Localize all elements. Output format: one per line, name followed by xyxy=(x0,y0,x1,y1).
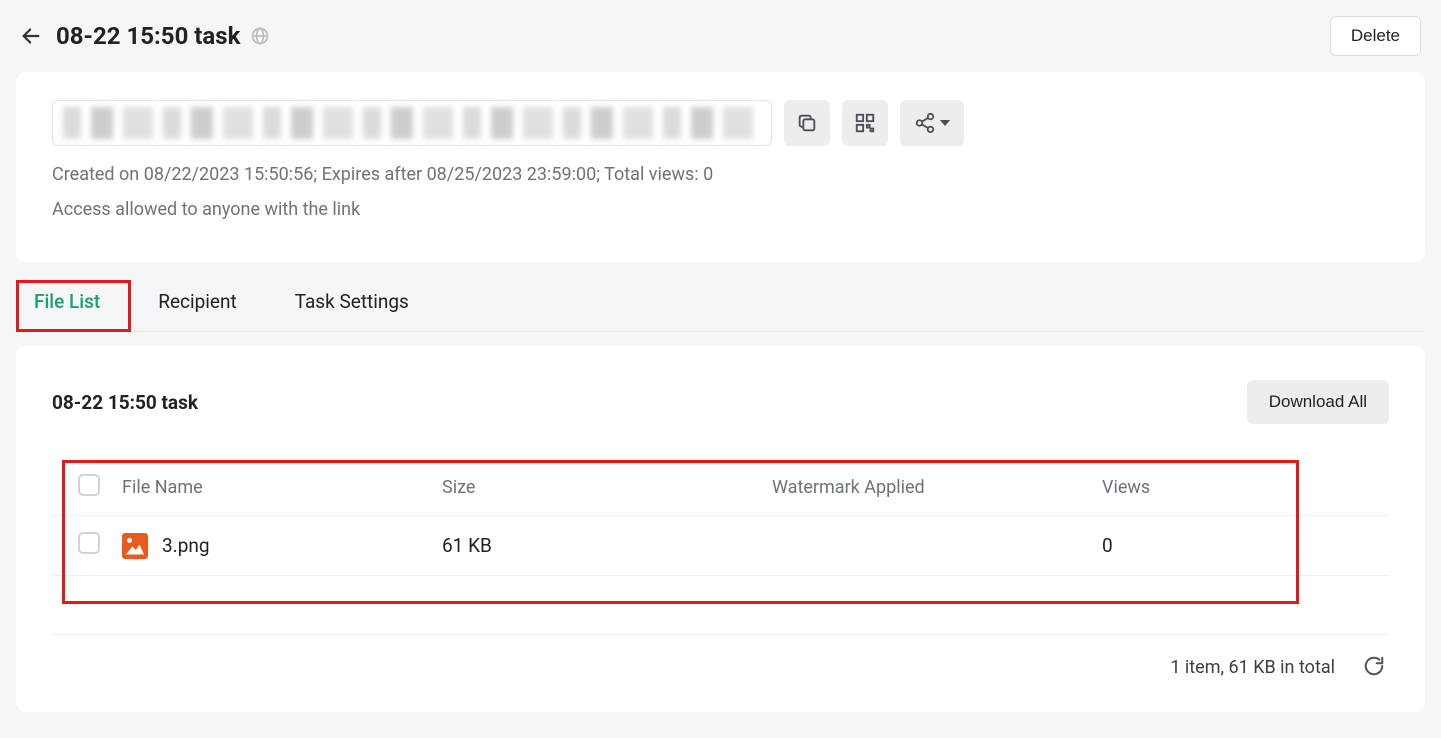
table-row[interactable]: 3.png 61 KB 0 xyxy=(52,516,1389,576)
file-size: 61 KB xyxy=(442,516,772,576)
file-watermark xyxy=(772,516,1102,576)
tabs-block: File List Recipient Task Settings xyxy=(16,270,1425,332)
refresh-icon xyxy=(1363,655,1385,677)
page-header: 08-22 15:50 task Delete xyxy=(16,16,1425,56)
globe-icon xyxy=(250,26,270,46)
copy-link-button[interactable] xyxy=(784,100,830,146)
chevron-down-icon xyxy=(940,120,950,126)
tabs: File List Recipient Task Settings xyxy=(16,270,1425,332)
copy-icon xyxy=(796,112,818,134)
share-link-obscured xyxy=(63,107,761,139)
select-all-checkbox[interactable] xyxy=(78,474,100,496)
delete-button[interactable]: Delete xyxy=(1330,16,1421,56)
page-title: 08-22 15:50 task xyxy=(56,22,270,50)
qr-code-button[interactable] xyxy=(842,100,888,146)
col-size-header: Size xyxy=(442,462,772,516)
row-checkbox[interactable] xyxy=(78,532,100,554)
content-title: 08-22 15:50 task xyxy=(52,391,198,414)
share-link-field[interactable] xyxy=(52,100,772,146)
refresh-button[interactable] xyxy=(1359,651,1389,684)
file-name: 3.png xyxy=(162,534,210,557)
link-row xyxy=(52,100,1389,146)
qr-code-icon xyxy=(854,112,876,134)
link-info-card: Created on 08/22/2023 15:50:56; Expires … xyxy=(16,72,1425,262)
share-icon xyxy=(914,112,936,134)
share-menu-button[interactable] xyxy=(900,100,964,146)
back-arrow-icon[interactable] xyxy=(20,25,42,47)
file-table: File Name Size Watermark Applied Views xyxy=(52,462,1389,576)
file-table-wrap: File Name Size Watermark Applied Views xyxy=(52,462,1389,576)
table-footer: 1 item, 61 KB in total xyxy=(52,634,1389,684)
footer-summary: 1 item, 61 KB in total xyxy=(1170,657,1335,678)
tab-task-settings[interactable]: Task Settings xyxy=(281,270,423,331)
col-watermark-header: Watermark Applied xyxy=(772,462,1102,516)
tab-recipient[interactable]: Recipient xyxy=(144,270,250,331)
file-views: 0 xyxy=(1102,516,1389,576)
file-cell: 3.png xyxy=(122,533,442,559)
access-line: Access allowed to anyone with the link xyxy=(52,199,1389,220)
page-title-text: 08-22 15:50 task xyxy=(56,22,240,50)
table-header-row: File Name Size Watermark Applied Views xyxy=(52,462,1389,516)
created-expires-line: Created on 08/22/2023 15:50:56; Expires … xyxy=(52,164,1389,185)
image-file-icon xyxy=(122,533,148,559)
header-left: 08-22 15:50 task xyxy=(20,22,270,50)
download-all-button[interactable]: Download All xyxy=(1247,380,1389,424)
file-list-card: 08-22 15:50 task Download All File Name … xyxy=(16,346,1425,712)
col-views-header: Views xyxy=(1102,462,1389,516)
tab-file-list[interactable]: File List xyxy=(20,270,114,331)
col-name-header: File Name xyxy=(122,462,442,516)
col-check-header xyxy=(52,462,122,516)
content-head: 08-22 15:50 task Download All xyxy=(52,380,1389,424)
